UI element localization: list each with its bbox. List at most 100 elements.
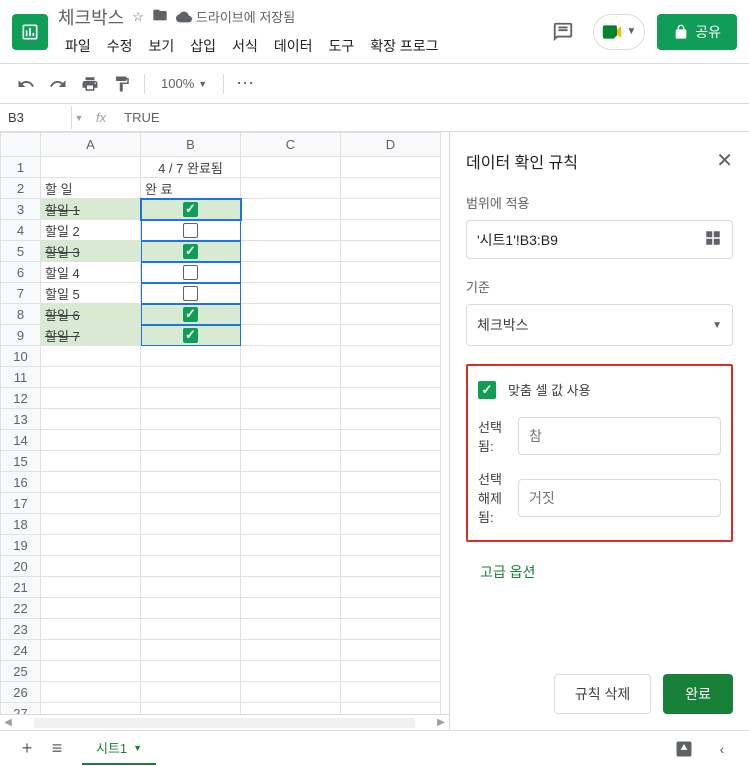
cell-C15[interactable] <box>241 451 341 472</box>
scroll-track[interactable] <box>34 718 415 728</box>
name-box[interactable]: B3 <box>0 106 72 129</box>
row-header-5[interactable]: 5 <box>1 241 41 262</box>
cell-A1[interactable] <box>41 157 141 178</box>
cell-C26[interactable] <box>241 682 341 703</box>
cell-D26[interactable] <box>341 682 441 703</box>
row-header-26[interactable]: 26 <box>1 682 41 703</box>
cell-B12[interactable] <box>141 388 241 409</box>
row-header-11[interactable]: 11 <box>1 367 41 388</box>
cell-B2[interactable]: 완 료 <box>141 178 241 199</box>
menu-edit[interactable]: 수정 <box>100 32 140 60</box>
cell-D19[interactable] <box>341 535 441 556</box>
row-header-8[interactable]: 8 <box>1 304 41 325</box>
row-header-4[interactable]: 4 <box>1 220 41 241</box>
col-header-A[interactable]: A <box>41 133 141 157</box>
cell-C5[interactable] <box>241 241 341 262</box>
menu-format[interactable]: 서식 <box>225 32 265 60</box>
cell-C19[interactable] <box>241 535 341 556</box>
cell-A12[interactable] <box>41 388 141 409</box>
checkbox-icon[interactable] <box>183 307 198 322</box>
cell-C14[interactable] <box>241 430 341 451</box>
menu-tools[interactable]: 도구 <box>321 32 361 60</box>
checkbox-icon[interactable] <box>183 265 198 280</box>
cell-A10[interactable] <box>41 346 141 367</box>
cell-A24[interactable] <box>41 640 141 661</box>
row-header-23[interactable]: 23 <box>1 619 41 640</box>
row-header-12[interactable]: 12 <box>1 388 41 409</box>
cell-B14[interactable] <box>141 430 241 451</box>
cell-B26[interactable] <box>141 682 241 703</box>
row-header-24[interactable]: 24 <box>1 640 41 661</box>
cell-C22[interactable] <box>241 598 341 619</box>
checkbox-icon[interactable] <box>183 202 198 217</box>
cell-B8[interactable] <box>141 304 241 325</box>
cell-D9[interactable] <box>341 325 441 346</box>
cell-C6[interactable] <box>241 262 341 283</box>
sheet-tab[interactable]: 시트1 ▼ <box>82 732 156 765</box>
scroll-right-icon[interactable]: ▶ <box>433 717 449 728</box>
cell-D21[interactable] <box>341 577 441 598</box>
row-header-1[interactable]: 1 <box>1 157 41 178</box>
cell-A13[interactable] <box>41 409 141 430</box>
spreadsheet-grid[interactable]: ABCD14 / 7 완료됨2할 일완 료3할일 14할일 25할일 36할일 … <box>0 132 441 714</box>
cell-B3[interactable] <box>141 199 241 220</box>
cell-B17[interactable] <box>141 493 241 514</box>
print-button[interactable] <box>76 70 104 98</box>
scroll-left-icon[interactable]: ◀ <box>0 717 16 728</box>
row-header-19[interactable]: 19 <box>1 535 41 556</box>
cell-A5[interactable]: 할일 3 <box>41 241 141 262</box>
cell-D4[interactable] <box>341 220 441 241</box>
select-all-corner[interactable] <box>1 133 41 157</box>
row-header-6[interactable]: 6 <box>1 262 41 283</box>
cell-C3[interactable] <box>241 199 341 220</box>
cell-A2[interactable]: 할 일 <box>41 178 141 199</box>
checkbox-icon[interactable] <box>183 328 198 343</box>
sheets-logo[interactable] <box>12 14 48 50</box>
cell-A17[interactable] <box>41 493 141 514</box>
row-header-2[interactable]: 2 <box>1 178 41 199</box>
cell-B9[interactable] <box>141 325 241 346</box>
cell-A8[interactable]: 할일 6 <box>41 304 141 325</box>
cell-C9[interactable] <box>241 325 341 346</box>
cell-A26[interactable] <box>41 682 141 703</box>
cell-B21[interactable] <box>141 577 241 598</box>
side-panel-toggle[interactable]: ‹ <box>707 734 737 764</box>
cell-B20[interactable] <box>141 556 241 577</box>
cell-B1[interactable]: 4 / 7 완료됨 <box>141 157 241 178</box>
cell-A21[interactable] <box>41 577 141 598</box>
cell-B23[interactable] <box>141 619 241 640</box>
row-header-10[interactable]: 10 <box>1 346 41 367</box>
cell-C10[interactable] <box>241 346 341 367</box>
cell-D18[interactable] <box>341 514 441 535</box>
col-header-B[interactable]: B <box>141 133 241 157</box>
comments-button[interactable] <box>545 14 581 50</box>
cell-D23[interactable] <box>341 619 441 640</box>
cell-A20[interactable] <box>41 556 141 577</box>
cell-B22[interactable] <box>141 598 241 619</box>
document-title[interactable]: 체크박스 <box>58 4 124 30</box>
row-header-15[interactable]: 15 <box>1 451 41 472</box>
cell-B24[interactable] <box>141 640 241 661</box>
cell-C8[interactable] <box>241 304 341 325</box>
menu-insert[interactable]: 삽입 <box>183 32 223 60</box>
cell-B15[interactable] <box>141 451 241 472</box>
formula-bar[interactable]: TRUE <box>116 106 749 129</box>
cell-C13[interactable] <box>241 409 341 430</box>
delete-rule-button[interactable]: 규칙 삭제 <box>554 674 651 714</box>
star-icon[interactable]: ☆ <box>132 9 144 25</box>
cell-C12[interactable] <box>241 388 341 409</box>
cell-A16[interactable] <box>41 472 141 493</box>
row-header-25[interactable]: 25 <box>1 661 41 682</box>
namebox-dropdown[interactable]: ▼ <box>72 113 86 123</box>
cell-A27[interactable] <box>41 703 141 715</box>
menu-file[interactable]: 파일 <box>58 32 98 60</box>
cell-D7[interactable] <box>341 283 441 304</box>
cell-A25[interactable] <box>41 661 141 682</box>
cell-A9[interactable]: 할일 7 <box>41 325 141 346</box>
cell-C1[interactable] <box>241 157 341 178</box>
row-header-21[interactable]: 21 <box>1 577 41 598</box>
done-button[interactable]: 완료 <box>663 674 733 714</box>
cell-D24[interactable] <box>341 640 441 661</box>
undo-button[interactable] <box>12 70 40 98</box>
cell-B25[interactable] <box>141 661 241 682</box>
